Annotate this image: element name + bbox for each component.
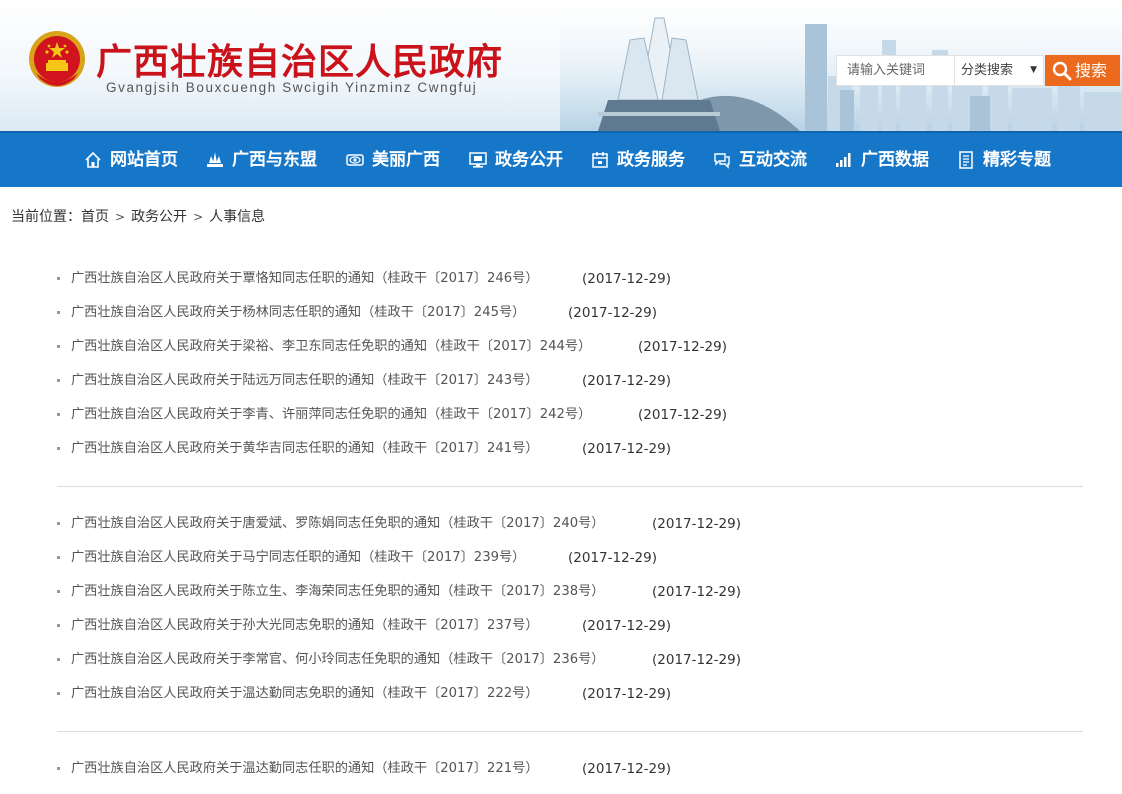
site-subtitle: Gvangjsih Bouxcuengh Swcigih Yinzminz Cw… bbox=[106, 80, 478, 95]
chevron-down-icon: ▼ bbox=[1030, 65, 1037, 75]
news-date: (2017-12-29) bbox=[652, 584, 741, 600]
news-date: (2017-12-29) bbox=[652, 652, 741, 668]
nav-label: 网站首页 bbox=[110, 150, 178, 170]
search-field-wrapper bbox=[836, 55, 954, 86]
news-link[interactable]: 广西壮族自治区人民政府关于唐爱斌、罗陈娟同志任免职的通知（桂政干〔2017〕24… bbox=[71, 513, 604, 535]
calendar-icon bbox=[592, 152, 608, 168]
landmark-icon bbox=[207, 152, 223, 167]
news-link[interactable]: 广西壮族自治区人民政府关于李青、许丽萍同志任免职的通知（桂政干〔2017〕242… bbox=[71, 404, 591, 426]
breadcrumb-prefix: 当前位置： bbox=[11, 209, 81, 225]
news-date: (2017-12-29) bbox=[568, 550, 657, 566]
section-divider bbox=[57, 486, 1083, 487]
list-bullet bbox=[57, 692, 60, 695]
news-link[interactable]: 广西壮族自治区人民政府关于马宁同志任职的通知（桂政干〔2017〕239号） bbox=[71, 547, 525, 569]
news-link[interactable]: 广西壮族自治区人民政府关于陆远万同志任职的通知（桂政干〔2017〕243号） bbox=[71, 370, 539, 392]
nav-label: 广西数据 bbox=[861, 150, 929, 170]
main-navigation: 网站首页 广西与东盟 美丽广西 政务公开 政务服务 互动交流 广西数据 精彩专题 bbox=[0, 131, 1122, 187]
document-icon bbox=[959, 151, 973, 169]
nav-label: 美丽广西 bbox=[372, 150, 440, 170]
news-link[interactable]: 广西壮族自治区人民政府关于温达勤同志免职的通知（桂政干〔2017〕222号） bbox=[71, 683, 539, 705]
site-header: 广西壮族自治区人民政府 Gvangjsih Bouxcuengh Swcigih… bbox=[0, 0, 1122, 131]
news-date: (2017-12-29) bbox=[582, 441, 671, 457]
section-divider bbox=[57, 731, 1083, 732]
list-bullet bbox=[57, 767, 60, 770]
breadcrumb-separator: > bbox=[193, 210, 204, 224]
list-bullet bbox=[57, 413, 60, 416]
news-link[interactable]: 广西壮族自治区人民政府关于陈立生、李海荣同志任免职的通知（桂政干〔2017〕23… bbox=[71, 581, 604, 603]
monitor-icon bbox=[469, 152, 487, 168]
breadcrumb: 当前位置：首页 > 政务公开 > 人事信息 bbox=[11, 206, 265, 226]
search-input[interactable] bbox=[847, 56, 954, 85]
list-bullet bbox=[57, 624, 60, 627]
list-bullet bbox=[57, 658, 60, 661]
nav-label: 互动交流 bbox=[739, 150, 807, 170]
search-button[interactable]: 搜索 bbox=[1045, 55, 1120, 86]
list-bullet bbox=[57, 590, 60, 593]
nav-label: 广西与东盟 bbox=[232, 150, 317, 170]
news-date: (2017-12-29) bbox=[582, 761, 671, 777]
nav-label: 精彩专题 bbox=[983, 150, 1051, 170]
news-date: (2017-12-29) bbox=[638, 339, 727, 355]
home-icon bbox=[85, 151, 101, 168]
breadcrumb-separator: > bbox=[115, 210, 126, 224]
news-date: (2017-12-29) bbox=[638, 407, 727, 423]
news-date: (2017-12-29) bbox=[582, 618, 671, 634]
list-bullet bbox=[57, 447, 60, 450]
breadcrumb-home-link[interactable]: 首页 bbox=[81, 209, 109, 225]
news-date: (2017-12-29) bbox=[582, 373, 671, 389]
news-link[interactable]: 广西壮族自治区人民政府关于覃恪知同志任职的通知（桂政干〔2017〕246号） bbox=[71, 268, 539, 290]
breadcrumb-government-affairs-link[interactable]: 政务公开 bbox=[131, 209, 187, 225]
list-bullet bbox=[57, 522, 60, 525]
breadcrumb-current: 人事信息 bbox=[209, 209, 266, 225]
category-select-label: 分类搜索 bbox=[961, 63, 1014, 78]
nav-label: 政务公开 bbox=[495, 150, 563, 170]
national-emblem-logo bbox=[29, 31, 85, 87]
news-date: (2017-12-29) bbox=[568, 305, 657, 321]
eye-icon bbox=[346, 154, 364, 166]
chat-icon bbox=[714, 153, 730, 169]
list-bullet bbox=[57, 311, 60, 314]
bar-chart-icon bbox=[836, 153, 851, 167]
site-title: 广西壮族自治区人民政府 bbox=[96, 42, 504, 83]
list-bullet bbox=[57, 379, 60, 382]
news-link[interactable]: 广西壮族自治区人民政府关于李常官、何小玲同志任免职的通知（桂政干〔2017〕23… bbox=[71, 649, 604, 671]
category-search-select[interactable]: 分类搜索 ▼ bbox=[954, 55, 1044, 86]
news-link[interactable]: 广西壮族自治区人民政府关于孙大光同志免职的通知（桂政干〔2017〕237号） bbox=[71, 615, 539, 637]
news-link[interactable]: 广西壮族自治区人民政府关于梁裕、李卫东同志任免职的通知（桂政干〔2017〕244… bbox=[71, 336, 591, 358]
news-date: (2017-12-29) bbox=[582, 686, 671, 702]
news-link[interactable]: 广西壮族自治区人民政府关于温达勤同志任职的通知（桂政干〔2017〕221号） bbox=[71, 758, 539, 780]
list-bullet bbox=[57, 345, 60, 348]
list-bullet bbox=[57, 277, 60, 280]
list-bullet bbox=[57, 556, 60, 559]
nav-label: 政务服务 bbox=[617, 150, 685, 170]
search-icon bbox=[1052, 61, 1072, 81]
news-link[interactable]: 广西壮族自治区人民政府关于杨林同志任职的通知（桂政干〔2017〕245号） bbox=[71, 302, 525, 324]
news-date: (2017-12-29) bbox=[582, 271, 671, 287]
news-date: (2017-12-29) bbox=[652, 516, 741, 532]
search-button-label: 搜索 bbox=[1075, 61, 1108, 80]
news-link[interactable]: 广西壮族自治区人民政府关于黄华吉同志任职的通知（桂政干〔2017〕241号） bbox=[71, 438, 539, 460]
